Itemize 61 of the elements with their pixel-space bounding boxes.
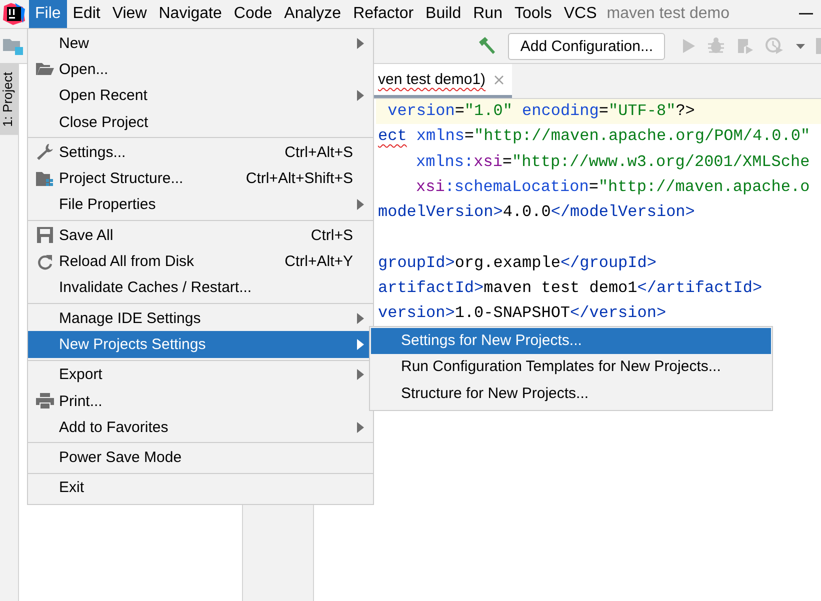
menu-item[interactable]: Run Configuration Templates for New Projects... [371,354,771,381]
submenu-arrow-icon [357,38,364,49]
menu-item[interactable]: Export [28,362,373,388]
menu-bar-item[interactable]: Build [420,0,468,28]
coverage-icon[interactable] [736,37,754,55]
tool-window-tab[interactable]: 1: Project [0,64,18,135]
wrench-icon [36,143,54,162]
menu-bar-item[interactable]: Run [467,0,508,28]
menu-item[interactable]: Save All Ctrl+S [28,222,373,248]
printer-icon [36,393,54,409]
menu-item[interactable]: Manage IDE Settings [28,304,373,332]
submenu-arrow-icon [357,422,364,433]
menu-bar-item[interactable]: VCS [558,0,603,28]
menu-item[interactable]: Reload All from Disk Ctrl+Alt+Y [28,248,373,275]
menu-item[interactable]: Structure for New Projects... [371,380,771,407]
menu-bar-item[interactable]: Tools [508,0,558,28]
menu-item[interactable]: Power Save Mode [28,444,373,471]
hammer-icon[interactable] [477,36,498,56]
code-line: ect xmlns="http://maven.apache.org/POM/4.0.0" [377,126,812,148]
tab-title: ven test demo1) [378,71,486,88]
menu-item[interactable]: Project Structure... Ctrl+Alt+Shift+S [28,165,373,192]
menu-item[interactable]: Close Project [28,108,373,136]
menu-bar-item[interactable]: Analyze [278,0,348,28]
menu-item[interactable]: Invalidate Caches / Restart... [28,274,373,301]
folder-icon [36,62,54,76]
code-line: modelVersion>4.0.0</modelVersion> [377,202,696,224]
profiler-icon[interactable] [765,37,785,55]
submenu-arrow-icon [357,312,364,324]
submenu-arrow-icon [357,90,364,102]
bug-icon[interactable] [707,37,725,55]
submenu-arrow-icon [357,369,364,380]
run-configuration-button[interactable]: Add Configuration... [508,32,665,60]
code-line: xmlns:xsi="http://www.w3.org/2001/XMLSche [415,152,811,173]
submenu-arrow-icon [357,338,364,350]
menu-item[interactable]: New [28,30,373,56]
menu-bar-item[interactable]: Code [228,0,278,28]
app-logo-icon [3,3,25,25]
menu-item[interactable]: Add to Favorites [28,414,373,440]
menu-item[interactable]: Settings... Ctrl+Alt+S [28,139,373,166]
window-title: maven test demo [606,5,730,23]
menu-bar-item[interactable]: View [106,0,153,28]
menu-bar-item[interactable]: Refactor [347,0,420,28]
caret-icon[interactable] [796,44,805,48]
folder-icon [36,170,54,187]
submenu-arrow-icon [357,199,364,210]
code-line: xsi:schemaLocation="http://maven.apache.o [415,176,811,198]
reload-icon [36,254,52,270]
menu-item[interactable]: Print... [28,388,373,414]
menu-bar-item[interactable]: Navigate [152,0,228,28]
code-line: artifactId>maven test demo1</artifactId> [377,278,764,300]
minimize-icon[interactable] [799,13,813,15]
menu-bar-item[interactable]: Edit [66,0,106,28]
code-line: version>1.0-SNAPSHOT</version> [377,303,668,324]
code-line: groupId>org.example</groupId> [377,252,658,274]
run-icon[interactable] [682,38,696,54]
close-icon[interactable] [494,74,504,84]
menu-item[interactable]: File Properties [28,192,373,218]
menu-item[interactable]: Settings for New Projects... [371,328,771,354]
menu-bar-item[interactable]: File [29,0,67,28]
menu-item[interactable]: Exit [28,474,373,502]
folder-icon[interactable] [3,37,23,55]
